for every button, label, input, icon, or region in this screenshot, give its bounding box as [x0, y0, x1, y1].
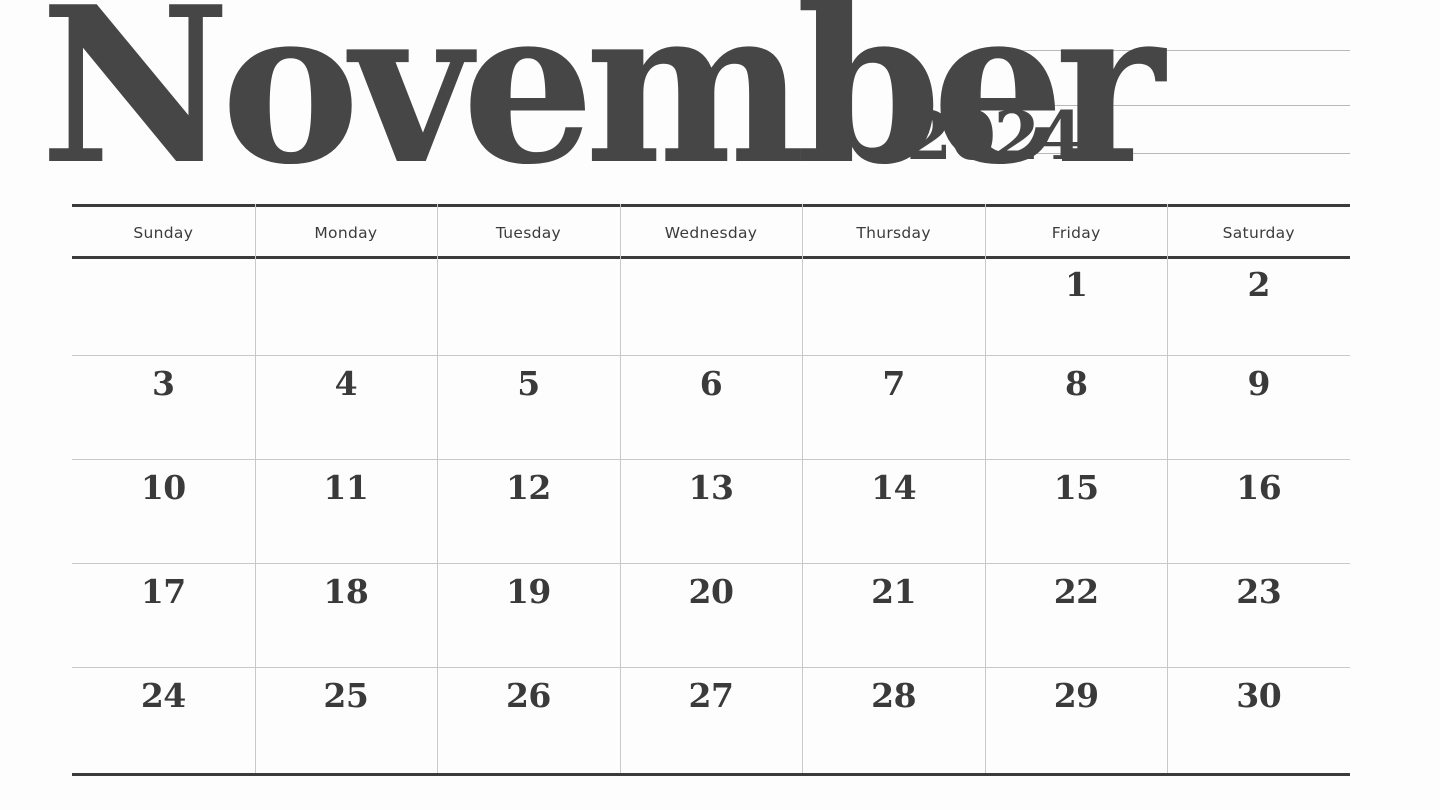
day-cell[interactable]: 21 — [802, 563, 985, 667]
day-number: 29 — [1053, 676, 1099, 715]
day-cell[interactable]: 7 — [802, 355, 985, 459]
day-cell[interactable]: 29 — [985, 667, 1168, 773]
day-cell[interactable]: 23 — [1167, 563, 1350, 667]
calendar-weeks: 1 2 3 4 5 6 7 8 9 10 11 12 13 14 15 16 1… — [72, 256, 1350, 773]
day-number: 22 — [1053, 572, 1099, 611]
day-cell[interactable]: 24 — [72, 667, 255, 773]
day-number: 23 — [1236, 572, 1282, 611]
calendar-grid: Sunday Monday Tuesday Wednesday Thursday… — [72, 204, 1350, 776]
day-number: 26 — [505, 676, 551, 715]
weekday-header-row: Sunday Monday Tuesday Wednesday Thursday… — [72, 204, 1350, 256]
day-number: 9 — [1247, 364, 1271, 403]
weekday-header-tuesday: Tuesday — [495, 224, 562, 242]
day-number: 4 — [334, 364, 358, 403]
day-number: 25 — [323, 676, 369, 715]
day-number: 16 — [1236, 468, 1282, 507]
day-number: 17 — [140, 572, 186, 611]
calendar-week-row: 1 2 — [72, 256, 1350, 355]
day-cell[interactable]: 13 — [620, 459, 803, 563]
day-cell[interactable]: 16 — [1167, 459, 1350, 563]
day-number: 5 — [517, 364, 540, 403]
calendar-week-row: 24 25 26 27 28 29 30 — [72, 667, 1350, 773]
grid-rule-bottom — [72, 773, 1350, 776]
day-cell[interactable]: 15 — [985, 459, 1168, 563]
day-cell[interactable]: 19 — [437, 563, 620, 667]
day-cell[interactable]: 17 — [72, 563, 255, 667]
note-line-2[interactable] — [988, 105, 1350, 106]
day-number: 15 — [1053, 468, 1099, 507]
calendar-page: November 2024 Sunday Monday Tuesday Wedn… — [0, 0, 1440, 810]
day-number: 1 — [1064, 265, 1088, 304]
day-number: 6 — [699, 364, 723, 403]
day-cell[interactable] — [72, 256, 255, 355]
day-cell[interactable]: 1 — [985, 256, 1168, 355]
day-cell[interactable]: 14 — [802, 459, 985, 563]
day-cell[interactable]: 2 — [1167, 256, 1350, 355]
day-cell[interactable]: 30 — [1167, 667, 1350, 773]
day-number: 30 — [1236, 676, 1282, 715]
day-cell[interactable] — [620, 256, 803, 355]
day-number: 27 — [688, 676, 734, 715]
day-cell[interactable]: 12 — [437, 459, 620, 563]
day-number: 21 — [871, 572, 917, 611]
calendar-week-row: 17 18 19 20 21 22 23 — [72, 563, 1350, 667]
day-cell[interactable]: 6 — [620, 355, 803, 459]
day-cell[interactable]: 27 — [620, 667, 803, 773]
day-cell[interactable] — [255, 256, 438, 355]
weekday-header-saturday: Saturday — [1222, 224, 1295, 242]
day-cell[interactable]: 25 — [255, 667, 438, 773]
day-cell[interactable]: 9 — [1167, 355, 1350, 459]
day-number: 19 — [505, 572, 551, 611]
day-cell[interactable] — [437, 256, 620, 355]
day-number: 24 — [140, 676, 186, 715]
weekday-header-thursday: Thursday — [856, 224, 931, 242]
day-cell[interactable]: 22 — [985, 563, 1168, 667]
note-line-1[interactable] — [988, 50, 1350, 51]
day-number: 28 — [871, 676, 917, 715]
weekday-header-wednesday: Wednesday — [664, 224, 758, 242]
calendar-week-row: 3 4 5 6 7 8 9 — [72, 355, 1350, 459]
day-number: 14 — [871, 468, 917, 507]
year-label: 2024 — [906, 97, 1084, 175]
day-cell[interactable]: 11 — [255, 459, 438, 563]
day-cell[interactable]: 10 — [72, 459, 255, 563]
day-cell[interactable]: 26 — [437, 667, 620, 773]
day-number: 18 — [323, 572, 369, 611]
day-cell[interactable]: 20 — [620, 563, 803, 667]
day-cell[interactable]: 8 — [985, 355, 1168, 459]
day-number: 10 — [140, 468, 186, 507]
day-number: 2 — [1247, 265, 1271, 304]
weekday-header-sunday: Sunday — [133, 224, 194, 242]
day-number: 3 — [152, 364, 175, 403]
day-number: 13 — [688, 468, 734, 507]
month-title: November — [40, 0, 1165, 212]
day-number: 8 — [1064, 364, 1088, 403]
calendar-week-row: 10 11 12 13 14 15 16 — [72, 459, 1350, 563]
day-cell[interactable]: 18 — [255, 563, 438, 667]
weekday-header-monday: Monday — [314, 224, 378, 242]
weekday-header-friday: Friday — [1051, 224, 1101, 242]
day-number: 20 — [688, 572, 734, 611]
day-cell[interactable] — [802, 256, 985, 355]
day-cell[interactable]: 3 — [72, 355, 255, 459]
masthead: November 2024 — [40, 0, 1165, 215]
day-number: 7 — [882, 364, 905, 403]
day-number: 12 — [505, 468, 551, 507]
day-number: 11 — [323, 468, 369, 507]
day-cell[interactable]: 5 — [437, 355, 620, 459]
day-cell[interactable]: 28 — [802, 667, 985, 773]
note-line-3[interactable] — [1031, 153, 1350, 154]
day-cell[interactable]: 4 — [255, 355, 438, 459]
